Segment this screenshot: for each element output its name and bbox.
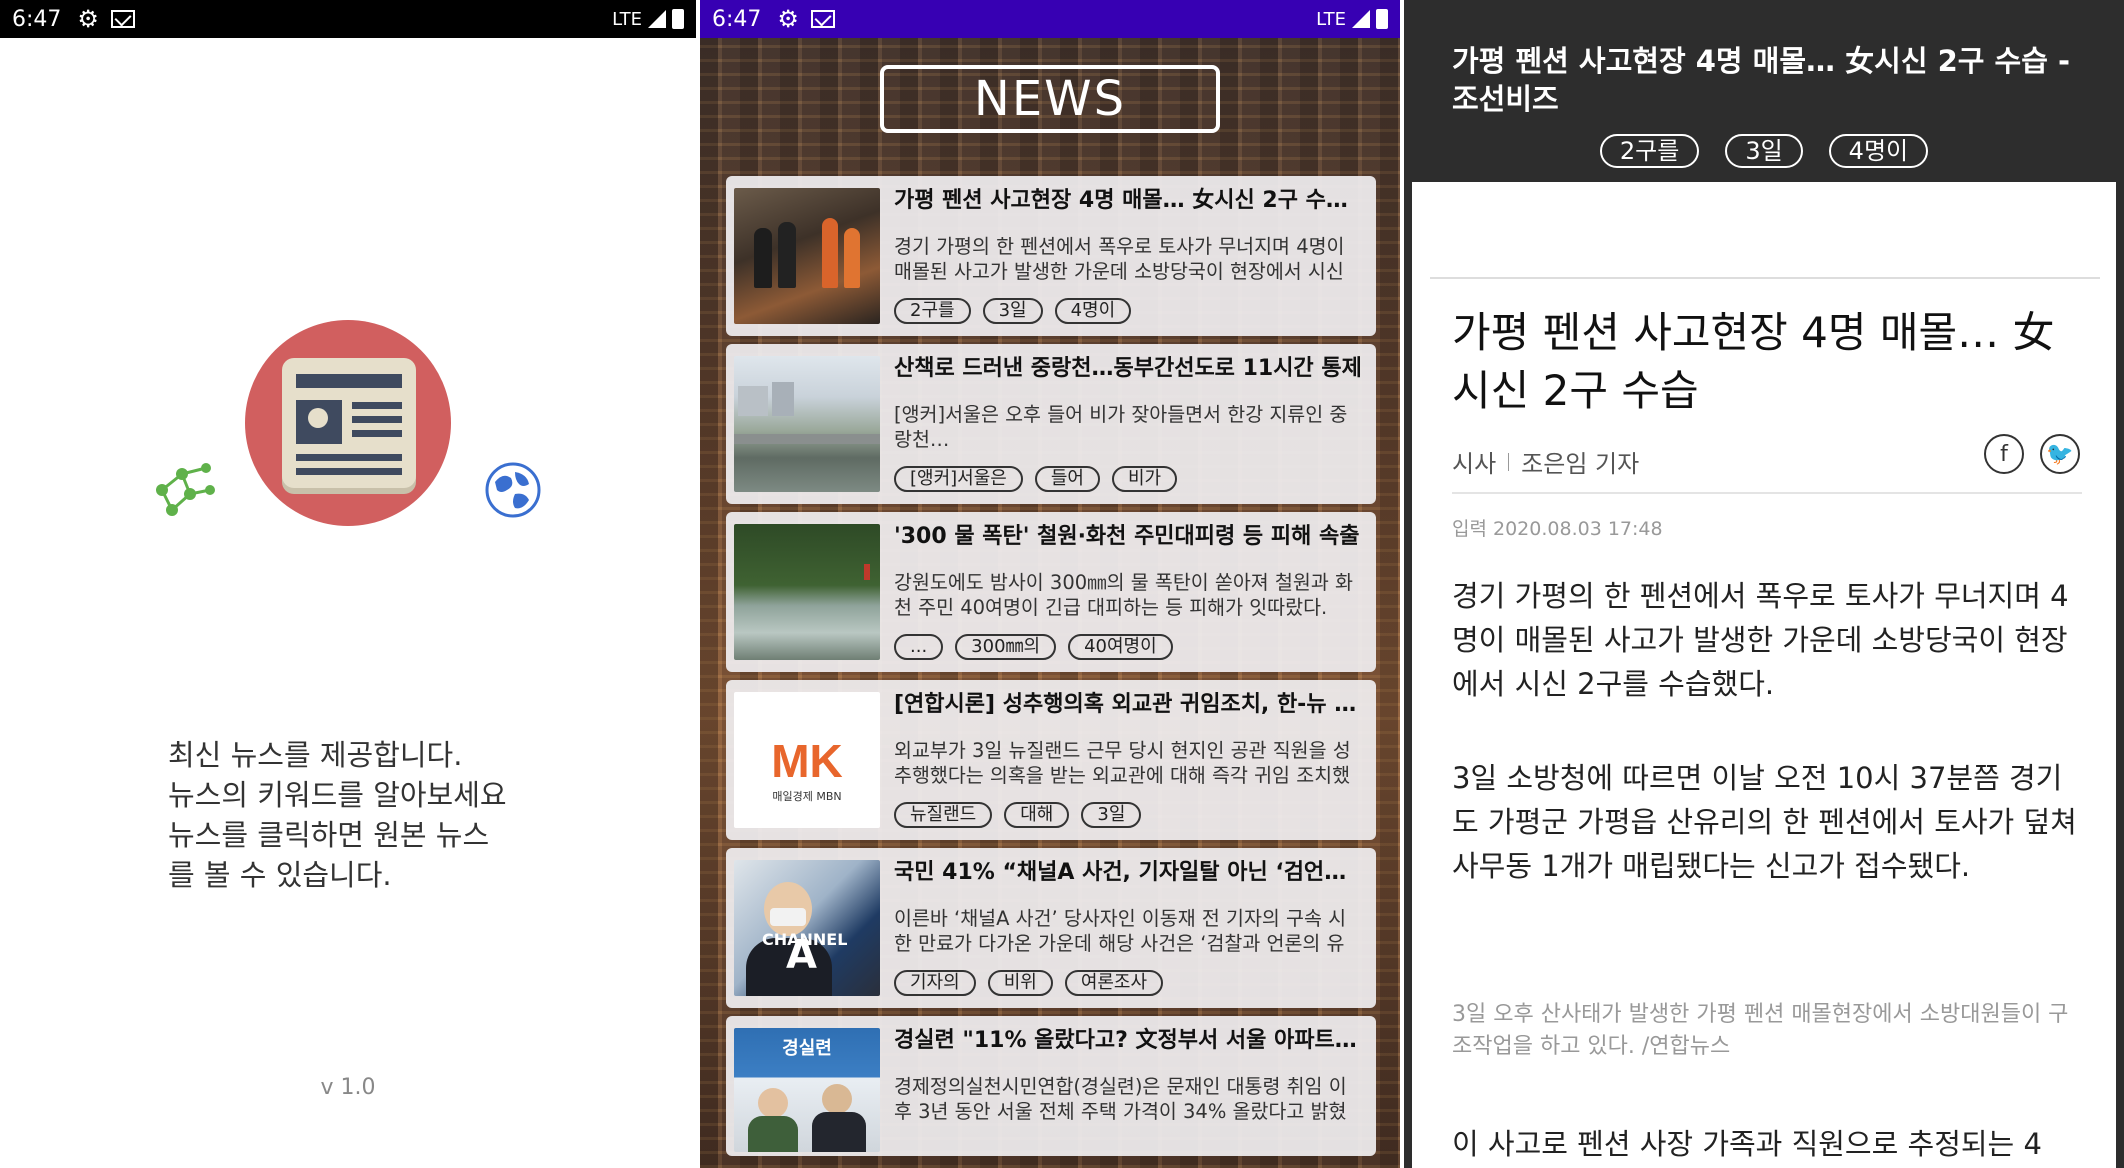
keyword-tag[interactable]: 40여명이 xyxy=(1068,634,1173,660)
article-header-title: 가평 펜션 사고현장 4명 매몰… 女시신 2구 수습 - 조선비즈 xyxy=(1452,44,2071,116)
keyword-tag[interactable]: 2구를 xyxy=(894,298,971,324)
news-card[interactable]: 가평 펜션 사고현장 4명 매몰… 女시신 2구 수습 - 조선비즈 경기 가평… xyxy=(726,176,1376,336)
keyword-tag[interactable]: 뉴질랜드 xyxy=(894,802,993,828)
news-list-screen: 6:47 ⚙ LTE NEWS 가평 펜션 사고현장 4명 매몰… 女시신 2구… xyxy=(700,0,1400,1168)
version-label: v 1.0 xyxy=(320,1075,376,1100)
news-summary: 외교부가 3일 뉴질랜드 근무 당시 현지인 공관 직원을 성추행했다는 의혹을… xyxy=(894,739,1351,787)
status-right: LTE xyxy=(612,9,684,30)
news-thumbnail xyxy=(734,188,880,324)
news-title: 가평 펜션 사고현장 4명 매몰… 女시신 2구 수습 - 조선비즈 xyxy=(894,188,1364,213)
keyword-tags: ... 300㎜의 40여명이 xyxy=(894,634,1173,660)
mail-icon xyxy=(810,10,835,28)
news-thumbnail: 경실련 xyxy=(734,1028,880,1152)
article-meta: 시사 조은임 기자 xyxy=(1452,444,1639,479)
keyword-tags: [앵커]서울은 들어 비가 xyxy=(894,466,1178,492)
article-headline: 가평 펜션 사고현장 4명 매몰… 女시신 2구 수습 xyxy=(1452,308,2055,415)
keyword-tag[interactable]: 3일 xyxy=(1081,802,1142,828)
news-card[interactable]: CHANNEL A 국민 41% “채널A 사건, 기자일탈 아닌 ‘검언유착’… xyxy=(726,848,1376,1008)
news-summary: 강원도에도 밤사이 300㎜의 물 폭탄이 쏟아져 철원과 화천 주민 40여명… xyxy=(894,571,1353,619)
news-thumbnail: CHANNEL A xyxy=(734,860,880,996)
keyword-tags: 2구를 3일 4명이 xyxy=(894,298,1132,324)
news-summary: 이른바 ‘채널A 사건’ 당사자인 이동재 전 기자의 구속 시한 만료가 다가… xyxy=(894,907,1347,955)
mail-icon xyxy=(110,10,135,28)
status-bar: 6:47 ⚙ LTE xyxy=(0,0,696,38)
article-paragraph: 이 사고로 펜션 사장 가족과 직원으로 추정되는 4 xyxy=(1452,1127,2042,1161)
news-header: NEWS xyxy=(880,65,1220,133)
news-title: '300 물 폭탄' 철원·화천 주민대피령 등 피해 속출 xyxy=(894,524,1360,549)
network-label: LTE xyxy=(612,8,642,30)
keyword-tag[interactable]: 4명이 xyxy=(1828,134,1929,168)
battery-icon xyxy=(672,9,684,29)
article-detail-screen: 가평 펜션 사고현장 4명 매몰… 女시신 2구 수습 - 조선비즈 2구를 3… xyxy=(1404,0,2124,1168)
divider xyxy=(1452,492,2082,494)
newspaper-logo xyxy=(245,320,451,526)
news-title: 산책로 드러낸 중랑천…동부간선도로 11시간 통제 xyxy=(894,356,1362,381)
settings-gear-icon: ⚙ xyxy=(77,5,99,33)
newspaper-icon xyxy=(282,358,416,488)
news-thumbnail: MK 매일경제 MBN xyxy=(734,692,880,828)
keyword-tag[interactable]: 비위 xyxy=(987,970,1053,996)
keyword-tag[interactable]: 4명이 xyxy=(1054,298,1132,324)
settings-gear-icon: ⚙ xyxy=(777,5,799,33)
status-bar: 6:47 ⚙ LTE xyxy=(700,0,1400,38)
news-card[interactable]: 산책로 드러낸 중랑천…동부간선도로 11시간 통제 [앵커]서울은 오후 들어… xyxy=(726,344,1376,504)
news-thumbnail xyxy=(734,356,880,492)
article-header: 가평 펜션 사고현장 4명 매몰… 女시신 2구 수습 - 조선비즈 2구를 3… xyxy=(1404,0,2124,182)
keyword-tag[interactable]: 3일 xyxy=(982,298,1043,324)
status-time: 6:47 xyxy=(712,6,762,32)
news-thumbnail xyxy=(734,524,880,660)
keyword-tag[interactable]: 비가 xyxy=(1111,466,1178,492)
news-title: 경실련 "11% 올랐다고? 文정부서 서울 아파트값 52% 올라" xyxy=(894,1028,1364,1053)
keyword-tag[interactable]: 대해 xyxy=(1004,802,1070,828)
keyword-tag[interactable]: 300㎜의 xyxy=(955,634,1057,660)
article-reporter: 조은임 기자 xyxy=(1521,450,1640,478)
news-card[interactable]: '300 물 폭탄' 철원·화천 주민대피령 등 피해 속출 강원도에도 밤사이… xyxy=(726,512,1376,672)
globe-icon xyxy=(485,462,541,518)
meta-separator xyxy=(1508,452,1510,471)
news-title: 국민 41% “채널A 사건, 기자일탈 아닌 ‘검언유착’” xyxy=(894,860,1364,885)
mk-logo: MK xyxy=(771,735,843,787)
facebook-icon[interactable]: f xyxy=(1984,434,2024,474)
status-right: LTE xyxy=(1316,9,1388,30)
battery-icon xyxy=(1376,9,1388,29)
news-card[interactable]: MK 매일경제 MBN [연합시론] 성추행의혹 외교관 귀임조치, 한-뉴 외… xyxy=(726,680,1376,840)
twitter-icon[interactable]: 🐦 xyxy=(2040,434,2080,474)
signal-icon xyxy=(1352,10,1370,28)
news-title: [연합시론] 성추행의혹 외교관 귀임조치, 한-뉴 외교문제로 xyxy=(894,692,1364,717)
keyword-tags: 2구를 3일 4명이 xyxy=(1404,134,2124,168)
article-paragraph: 경기 가평의 한 펜션에서 폭우로 토사가 무너지며 4명이 매몰된 사고가 발… xyxy=(1452,579,2069,701)
keyword-tags: 기자의 비위 여론조사 xyxy=(894,970,1164,996)
keyword-tag[interactable]: ... xyxy=(894,634,944,660)
share-buttons: f 🐦 xyxy=(1984,434,2080,474)
keyword-tag[interactable]: 여론조사 xyxy=(1064,970,1164,996)
keyword-tag[interactable]: [앵커]서울은 xyxy=(894,466,1023,492)
article-paragraph: 3일 소방청에 따르면 이날 오전 10시 37분쯤 경기도 가평군 가평읍 산… xyxy=(1452,761,2077,883)
channel-a-label: A xyxy=(786,932,817,978)
article-section: 시사 xyxy=(1452,450,1497,478)
intro-text: 최신 뉴스를 제공합니다. 뉴스의 키워드를 알아보세요 뉴스를 클릭하면 원본… xyxy=(168,738,507,892)
news-summary: [앵커]서울은 오후 들어 비가 잦아들면서 한강 지류인 중랑천… xyxy=(894,403,1348,451)
mk-sub-logo: 매일경제 MBN xyxy=(772,790,842,803)
news-summary: 경제정의실천시민연합(경실련)은 문재인 대통령 취임 이후 3년 동안 서울 … xyxy=(894,1075,1347,1123)
news-card[interactable]: 경실련 경실련 "11% 올랐다고? 文정부서 서울 아파트값 52% 올라" … xyxy=(726,1016,1376,1156)
keyword-tag[interactable]: 기자의 xyxy=(894,970,976,996)
news-summary: 경기 가평의 한 펜션에서 폭우로 토사가 무너지며 4명이 매몰된 사고가 발… xyxy=(894,235,1345,283)
keyword-tag[interactable]: 들어 xyxy=(1034,466,1100,492)
keyword-tag[interactable]: 2구를 xyxy=(1599,134,1700,168)
splash-screen: 6:47 ⚙ LTE 최신 뉴스를 제공합니다. 뉴스의 키워드를 알아보세요 … xyxy=(0,0,696,1168)
article-date: 입력 2020.08.03 17:48 xyxy=(1452,518,1663,540)
signal-icon xyxy=(648,10,666,28)
network-label: LTE xyxy=(1316,8,1346,30)
keyword-tag[interactable]: 3일 xyxy=(1725,134,1803,168)
kyungsil-label: 경실련 xyxy=(782,1038,832,1059)
keyword-tags: 뉴질랜드 대해 3일 xyxy=(894,802,1142,828)
network-icon xyxy=(156,463,215,516)
status-time: 6:47 xyxy=(12,6,62,32)
divider xyxy=(1430,277,2100,279)
photo-caption: 3일 오후 산사태가 발생한 가평 펜션 매몰현장에서 소방대원들이 구조작업을… xyxy=(1452,1002,2069,1059)
article-webview[interactable]: 가평 펜션 사고현장 4명 매몰… 女시신 2구 수습 시사 조은임 기자 f … xyxy=(1412,182,2116,1168)
